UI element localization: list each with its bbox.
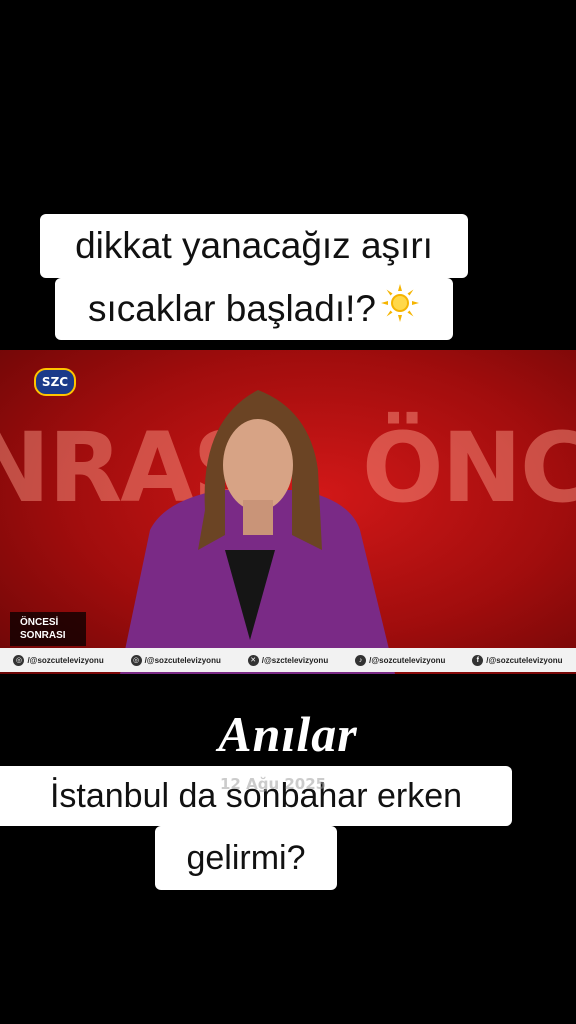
social-handle-tiktok[interactable]: ♪ /@sozcutelevizyonu [355,654,446,666]
caption-heading: Anılar [218,706,358,762]
social-handle-x[interactable]: ✕ /@szctelevizyonu [247,654,329,666]
social-handle-facebook[interactable]: f /@sozcutelevizyonu [472,654,563,666]
show-name-line-1: ÖNCESİ [20,617,59,628]
date-watermark: 12 Ağu 2025 [220,775,327,793]
caption-top-line-1: dikkat yanacağız aşırı [40,214,468,278]
social-handle-text: /@sozcutelevizyonu [144,655,221,665]
facebook-icon: f [472,654,484,666]
sun-emoji-icon [380,280,420,342]
social-handle-text: /@sozcutelevizyonu [27,655,104,665]
channel-logo: SZC [34,368,76,396]
show-name-line-2: SONRASI [20,630,66,641]
news-video-frame[interactable]: NRAS ÖNCI [0,350,576,674]
social-handle-instagram[interactable]: ◎ /@sozcutelevizyonu [13,654,104,666]
social-handle-text: /@sozcutelevizyonu [369,655,446,665]
caption-top-line-2: sıcaklar başladı!? [55,278,453,340]
instagram-icon: ◎ [13,654,25,666]
show-name-tag: ÖNCESİ SONRASI [10,612,86,646]
instagram-icon: ◎ [130,654,142,666]
social-handle-instagram-2[interactable]: ◎ /@sozcutelevizyonu [130,654,221,666]
caption-top-line-2-text: sıcaklar başladı!? [88,288,376,329]
social-handle-text: /@szctelevizyonu [261,655,329,665]
tiktok-icon: ♪ [355,654,367,666]
x-icon: ✕ [247,654,259,666]
social-handles-ticker: ◎ /@sozcutelevizyonu ◎ /@sozcutelevizyon… [0,648,576,672]
news-anchor-figure [120,390,395,674]
social-handle-text: /@sozcutelevizyonu [486,655,563,665]
caption-bottom-line-2: gelirmi? [155,826,337,890]
